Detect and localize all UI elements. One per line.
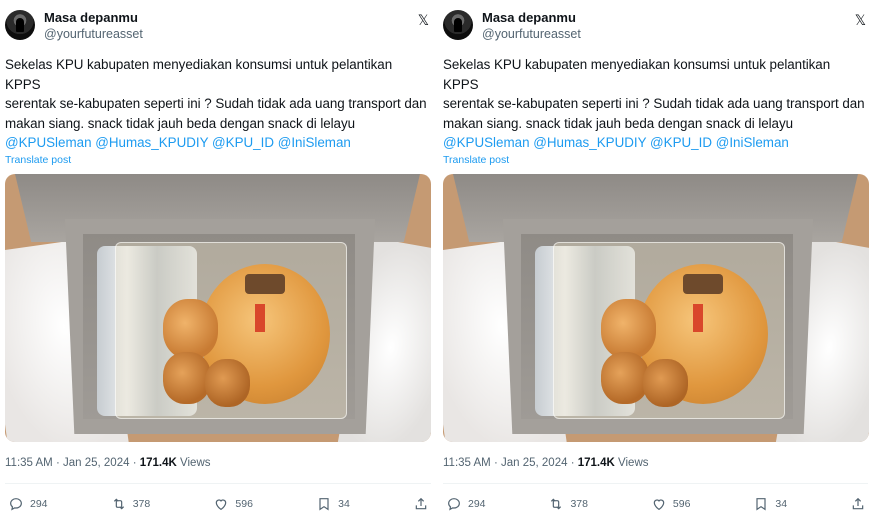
tweets-container: Masa depanmu @yourfutureasset 𝕏 Sekelas … bbox=[0, 0, 875, 511]
share-icon bbox=[852, 497, 864, 510]
tweet-mentions[interactable]: @KPUSleman @Humas_KPUDIY @KPU_ID @IniSle… bbox=[443, 133, 868, 152]
bookmark-icon bbox=[319, 498, 329, 511]
like-button[interactable]: 596 bbox=[651, 496, 691, 512]
reply-icon bbox=[10, 498, 22, 511]
author-display-name[interactable]: Masa depanmu bbox=[482, 10, 581, 26]
like-button[interactable]: 596 bbox=[213, 496, 253, 512]
share-icon bbox=[415, 497, 427, 510]
repost-count: 378 bbox=[570, 498, 588, 510]
author-names: Masa depanmu @yourfutureasset bbox=[482, 10, 581, 42]
tweet-photo[interactable] bbox=[5, 174, 431, 442]
repost-icon bbox=[551, 498, 562, 510]
photo-pastry bbox=[601, 352, 649, 404]
tweet-meta: 11:35 AM · Jan 25, 2024 · 171.4K Views bbox=[5, 457, 211, 469]
views-label: Views bbox=[180, 457, 211, 469]
bookmark-count: 34 bbox=[338, 498, 350, 510]
reply-button[interactable]: 294 bbox=[8, 496, 48, 512]
tweet-card-2: Masa depanmu @yourfutureasset 𝕏 Sekelas … bbox=[437, 0, 874, 511]
bookmark-count: 34 bbox=[775, 498, 788, 510]
tweet-meta: 11:35 AM · Jan 25, 2024 · 171.4K Views bbox=[443, 457, 649, 469]
tweet-actions: 294 378 596 34 bbox=[443, 496, 868, 512]
tweet-text: Sekelas KPU kabupaten menyediakan konsum… bbox=[5, 57, 427, 131]
tweet-photo[interactable] bbox=[443, 174, 869, 442]
tweet-mentions[interactable]: @KPUSleman @Humas_KPUDIY @KPU_ID @IniSle… bbox=[5, 133, 431, 152]
reply-icon bbox=[448, 498, 460, 511]
tweet-date[interactable]: Jan 25, 2024 bbox=[501, 457, 568, 469]
avatar[interactable] bbox=[443, 10, 473, 40]
reply-count: 294 bbox=[30, 498, 48, 510]
tweet-header: Masa depanmu @yourfutureasset bbox=[5, 10, 431, 46]
like-count: 596 bbox=[235, 498, 253, 510]
tweet-date[interactable]: Jan 25, 2024 bbox=[63, 457, 130, 469]
photo-pastry bbox=[205, 359, 250, 407]
photo-label bbox=[255, 304, 265, 332]
share-button[interactable] bbox=[413, 496, 429, 512]
share-button[interactable] bbox=[850, 496, 866, 512]
photo-label bbox=[693, 304, 703, 332]
photo-pastry bbox=[163, 352, 211, 404]
photo-pastry bbox=[643, 359, 688, 407]
author-names: Masa depanmu @yourfutureasset bbox=[44, 10, 143, 42]
reply-count: 294 bbox=[468, 498, 486, 510]
repost-count: 378 bbox=[132, 498, 151, 510]
bookmark-button[interactable]: 34 bbox=[753, 496, 787, 512]
tweet-actions: 294 378 596 34 bbox=[5, 496, 431, 512]
tweet-time[interactable]: 11:35 AM bbox=[5, 457, 53, 469]
views-count: 171.4K bbox=[577, 457, 615, 469]
x-logo-icon: 𝕏 bbox=[854, 12, 866, 28]
photo-bun-topping bbox=[245, 274, 285, 294]
like-icon bbox=[216, 499, 227, 511]
author-display-name[interactable]: Masa depanmu bbox=[44, 10, 143, 26]
author-handle[interactable]: @yourfutureasset bbox=[44, 26, 143, 42]
like-count: 596 bbox=[672, 498, 691, 510]
tweet-time[interactable]: 11:35 AM bbox=[443, 457, 491, 469]
views-count: 171.4K bbox=[139, 457, 177, 469]
repost-button[interactable]: 378 bbox=[548, 496, 588, 512]
divider bbox=[443, 483, 868, 484]
x-logo-icon: 𝕏 bbox=[417, 12, 429, 28]
translate-post-link[interactable]: Translate post bbox=[5, 153, 431, 167]
repost-icon bbox=[113, 498, 124, 510]
repost-button[interactable]: 378 bbox=[111, 496, 151, 512]
reply-button[interactable]: 294 bbox=[446, 496, 486, 512]
photo-pastry bbox=[163, 299, 218, 359]
avatar[interactable] bbox=[5, 10, 35, 40]
tweet-text: Sekelas KPU kabupaten menyediakan konsum… bbox=[443, 57, 865, 131]
photo-pastry bbox=[601, 299, 656, 359]
divider bbox=[5, 483, 431, 484]
like-icon bbox=[653, 499, 665, 511]
tweet-header: Masa depanmu @yourfutureasset bbox=[443, 10, 868, 46]
bookmark-button[interactable]: 34 bbox=[316, 496, 350, 512]
translate-post-link[interactable]: Translate post bbox=[443, 153, 868, 167]
photo-bun-topping bbox=[683, 274, 723, 294]
author-handle[interactable]: @yourfutureasset bbox=[482, 26, 581, 42]
bookmark-icon bbox=[756, 498, 766, 511]
views-label: Views bbox=[618, 457, 649, 469]
tweet-card-1: Masa depanmu @yourfutureasset 𝕏 Sekelas … bbox=[0, 0, 437, 511]
